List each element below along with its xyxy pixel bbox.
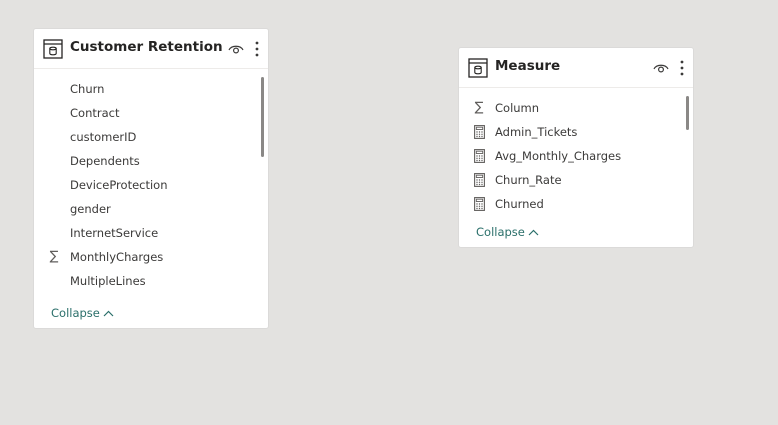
field-item[interactable]: Churned (459, 192, 681, 216)
collapse-label: Collapse (51, 306, 100, 320)
field-item[interactable]: Admin_Tickets (459, 120, 681, 144)
scrollbar[interactable] (261, 77, 264, 157)
eye-icon[interactable] (228, 41, 244, 57)
chevron-up-icon (103, 310, 114, 317)
field-label: Column (495, 101, 540, 115)
field-label: MonthlyCharges (70, 250, 164, 264)
field-label: Admin_Tickets (495, 125, 578, 139)
table-title: Measure (495, 58, 561, 74)
calculator-icon (471, 144, 487, 168)
field-label: Churn (70, 82, 105, 96)
field-label: DeviceProtection (70, 178, 168, 192)
field-item[interactable]: Contract (34, 101, 256, 125)
field-item[interactable]: DeviceProtection (34, 173, 256, 197)
eye-icon[interactable] (653, 60, 669, 76)
table-card-header[interactable]: Customer Retention (34, 29, 268, 69)
calculator-icon (471, 168, 487, 192)
field-item[interactable]: ∑ Column (459, 96, 681, 120)
field-label: Contract (70, 106, 120, 120)
collapse-button[interactable]: Collapse (476, 225, 539, 239)
chevron-up-icon (528, 229, 539, 236)
field-item[interactable]: customerID (34, 125, 256, 149)
calculator-icon (471, 192, 487, 216)
table-title: Customer Retention (70, 39, 223, 55)
field-label: InternetService (70, 226, 159, 240)
field-item[interactable]: Dependents (34, 149, 256, 173)
field-label: gender (70, 202, 111, 216)
field-item[interactable]: MultipleLines (34, 269, 256, 293)
field-label: Churn_Rate (495, 173, 562, 187)
field-item[interactable]: Churn_Rate (459, 168, 681, 192)
more-options-icon[interactable] (253, 40, 261, 58)
sigma-icon: ∑ (474, 100, 484, 115)
scrollbar[interactable] (686, 96, 689, 130)
field-item[interactable]: gender (34, 197, 256, 221)
field-item[interactable]: ∑ MonthlyCharges (34, 245, 256, 269)
sigma-icon: ∑ (49, 249, 59, 264)
field-label: Churned (495, 197, 544, 211)
field-item[interactable]: Avg_Monthly_Charges (459, 144, 681, 168)
field-label: Dependents (70, 154, 140, 168)
table-icon (43, 39, 63, 59)
table-card-header[interactable]: Measure (459, 48, 693, 88)
field-item[interactable]: InternetService (34, 221, 256, 245)
calculator-icon (471, 120, 487, 144)
table-card-measure[interactable]: Measure ∑ Column Admin_Tickets Avg_Month… (459, 48, 693, 247)
more-options-icon[interactable] (678, 59, 686, 77)
field-label: customerID (70, 130, 137, 144)
table-card-customer-retention[interactable]: Customer Retention Churn Contract custom… (34, 29, 268, 328)
table-icon (468, 58, 488, 78)
field-item[interactable]: Churn (34, 77, 256, 101)
field-label: Avg_Monthly_Charges (495, 149, 622, 163)
collapse-label: Collapse (476, 225, 525, 239)
collapse-button[interactable]: Collapse (51, 306, 114, 320)
field-label: MultipleLines (70, 274, 146, 288)
